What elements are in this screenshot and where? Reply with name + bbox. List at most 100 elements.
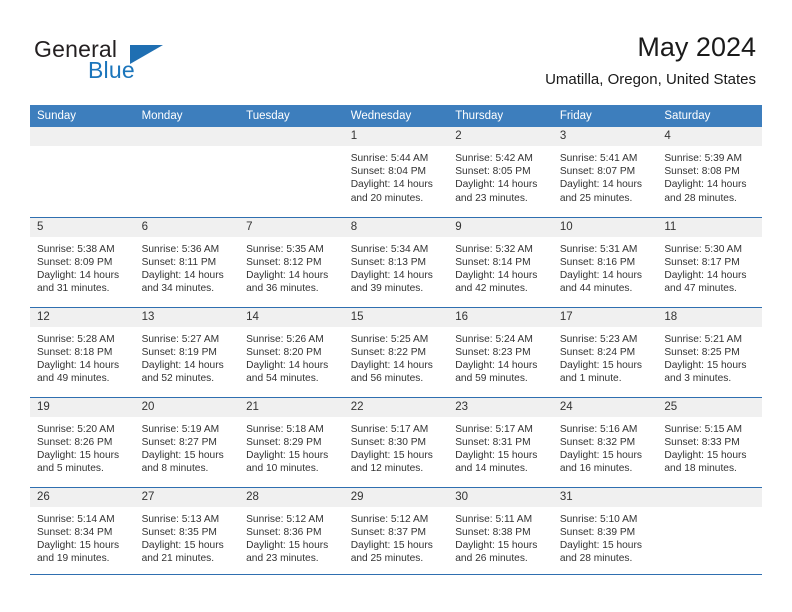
daylight-text-line2: and 18 minutes. (664, 463, 737, 475)
day-cell[interactable]: 10 Sunrise: 5:31 AM Sunset: 8:16 PM Dayl… (552, 216, 658, 307)
day-cell[interactable]: 14 Sunrise: 5:26 AM Sunset: 8:20 PM Dayl… (239, 306, 344, 397)
day-cell[interactable]: 20 Sunrise: 5:19 AM Sunset: 8:27 PM Dayl… (134, 396, 240, 487)
day-details: Sunrise: 5:25 AM Sunset: 8:22 PM Dayligh… (344, 327, 449, 386)
sunset-text: Sunset: 8:13 PM (350, 256, 427, 268)
daylight-text-line1: Daylight: 15 hours (246, 449, 329, 461)
daylight-text-line2: and 28 minutes. (664, 192, 737, 204)
day-cell[interactable]: 4 Sunrise: 5:39 AM Sunset: 8:08 PM Dayli… (657, 127, 762, 217)
day-cell[interactable]: 19 Sunrise: 5:20 AM Sunset: 8:26 PM Dayl… (30, 396, 135, 487)
page-header: General Blue May 2024 Umatilla, Oregon, … (0, 0, 792, 100)
sunrise-text: Sunrise: 5:36 AM (141, 243, 220, 255)
daylight-text-line2: and 42 minutes. (455, 283, 528, 295)
day-number: 20 (134, 397, 240, 417)
daylight-text-line1: Daylight: 14 hours (141, 359, 224, 371)
day-cell[interactable]: 25 Sunrise: 5:15 AM Sunset: 8:33 PM Dayl… (657, 396, 762, 487)
day-number: 7 (239, 217, 344, 237)
triangle-icon (130, 45, 163, 64)
sunset-text: Sunset: 8:38 PM (455, 526, 531, 538)
daylight-text-line1: Daylight: 15 hours (664, 359, 747, 371)
sunrise-text: Sunrise: 5:20 AM (37, 423, 115, 435)
day-number: 24 (552, 397, 658, 417)
sunset-text: Sunset: 8:07 PM (559, 166, 636, 178)
day-cell[interactable]: 9 Sunrise: 5:32 AM Sunset: 8:14 PM Dayli… (448, 216, 553, 307)
calendar-week-row: 5 Sunrise: 5:38 AM Sunset: 8:09 PM Dayli… (30, 216, 762, 307)
day-number: 28 (239, 487, 344, 507)
day-number: 3 (552, 127, 658, 146)
day-cell[interactable]: 28 Sunrise: 5:12 AM Sunset: 8:36 PM Dayl… (239, 486, 344, 577)
sunrise-text: Sunrise: 5:10 AM (559, 513, 638, 525)
day-cell[interactable] (134, 127, 240, 217)
sunrise-text: Sunrise: 5:13 AM (141, 513, 220, 525)
daylight-text-line1: Daylight: 15 hours (559, 359, 642, 371)
sunrise-text: Sunrise: 5:44 AM (350, 153, 429, 164)
brand-logo[interactable]: General Blue (34, 36, 264, 92)
day-cell[interactable]: 1 Sunrise: 5:44 AM Sunset: 8:04 PM Dayli… (343, 127, 449, 217)
day-cell[interactable]: 5 Sunrise: 5:38 AM Sunset: 8:09 PM Dayli… (30, 216, 135, 307)
sunset-text: Sunset: 8:09 PM (37, 256, 113, 268)
daylight-text-line2: and 39 minutes. (350, 283, 424, 295)
day-details: Sunrise: 5:18 AM Sunset: 8:29 PM Dayligh… (239, 417, 344, 476)
day-details: Sunrise: 5:10 AM Sunset: 8:39 PM Dayligh… (553, 507, 658, 566)
daylight-text-line2: and 23 minutes. (455, 192, 528, 204)
daylight-text-line2: and 59 minutes. (455, 373, 528, 385)
daylight-text-line1: Daylight: 14 hours (664, 179, 747, 191)
day-details: Sunrise: 5:38 AM Sunset: 8:09 PM Dayligh… (30, 237, 135, 296)
day-cell[interactable]: 21 Sunrise: 5:18 AM Sunset: 8:29 PM Dayl… (239, 396, 344, 487)
day-details: Sunrise: 5:23 AM Sunset: 8:24 PM Dayligh… (553, 327, 658, 386)
day-cell[interactable]: 22 Sunrise: 5:17 AM Sunset: 8:30 PM Dayl… (343, 396, 449, 487)
day-cell[interactable]: 18 Sunrise: 5:21 AM Sunset: 8:25 PM Dayl… (657, 306, 762, 397)
day-details: Sunrise: 5:34 AM Sunset: 8:13 PM Dayligh… (344, 237, 449, 296)
day-number: 29 (343, 487, 449, 507)
daylight-text-line2: and 34 minutes. (141, 283, 215, 295)
day-details: Sunrise: 5:42 AM Sunset: 8:05 PM Dayligh… (448, 146, 553, 205)
sunset-text: Sunset: 8:22 PM (350, 346, 427, 358)
day-cell[interactable]: 26 Sunrise: 5:14 AM Sunset: 8:34 PM Dayl… (30, 486, 135, 577)
day-cell[interactable] (239, 127, 344, 217)
daylight-text-line1: Daylight: 14 hours (141, 269, 224, 281)
daylight-text-line1: Daylight: 15 hours (37, 539, 120, 551)
sunset-text: Sunset: 8:36 PM (246, 526, 322, 538)
day-number (657, 487, 762, 507)
daylight-text-line2: and 54 minutes. (246, 373, 319, 385)
daylight-text-line1: Daylight: 15 hours (455, 539, 538, 551)
daylight-text-line1: Daylight: 14 hours (559, 179, 642, 191)
day-cell[interactable]: 11 Sunrise: 5:30 AM Sunset: 8:17 PM Dayl… (657, 216, 762, 307)
day-details: Sunrise: 5:36 AM Sunset: 8:11 PM Dayligh… (135, 237, 240, 296)
day-cell[interactable]: 29 Sunrise: 5:12 AM Sunset: 8:37 PM Dayl… (343, 486, 449, 577)
sunrise-text: Sunrise: 5:38 AM (37, 243, 115, 255)
day-cell[interactable]: 15 Sunrise: 5:25 AM Sunset: 8:22 PM Dayl… (343, 306, 449, 397)
day-details: Sunrise: 5:12 AM Sunset: 8:36 PM Dayligh… (239, 507, 344, 566)
day-cell[interactable]: 7 Sunrise: 5:35 AM Sunset: 8:12 PM Dayli… (239, 216, 344, 307)
day-cell[interactable]: 23 Sunrise: 5:17 AM Sunset: 8:31 PM Dayl… (448, 396, 553, 487)
sunrise-text: Sunrise: 5:14 AM (37, 513, 115, 525)
day-cell[interactable]: 6 Sunrise: 5:36 AM Sunset: 8:11 PM Dayli… (134, 216, 240, 307)
weekday-header-sunday: Sunday (30, 105, 135, 127)
daylight-text-line2: and 36 minutes. (246, 283, 319, 295)
day-details: Sunrise: 5:16 AM Sunset: 8:32 PM Dayligh… (553, 417, 658, 476)
day-details: Sunrise: 5:24 AM Sunset: 8:23 PM Dayligh… (448, 327, 553, 386)
daylight-text-line1: Daylight: 15 hours (141, 539, 224, 551)
daylight-text-line1: Daylight: 14 hours (37, 359, 120, 371)
day-cell[interactable]: 8 Sunrise: 5:34 AM Sunset: 8:13 PM Dayli… (343, 216, 449, 307)
day-number: 9 (448, 217, 553, 237)
sunrise-text: Sunrise: 5:30 AM (664, 243, 742, 255)
day-cell[interactable]: 13 Sunrise: 5:27 AM Sunset: 8:19 PM Dayl… (134, 306, 240, 397)
day-cell[interactable]: 2 Sunrise: 5:42 AM Sunset: 8:05 PM Dayli… (448, 127, 553, 217)
day-cell[interactable]: 12 Sunrise: 5:28 AM Sunset: 8:18 PM Dayl… (30, 306, 135, 397)
day-details: Sunrise: 5:35 AM Sunset: 8:12 PM Dayligh… (239, 237, 344, 296)
day-cell[interactable]: 17 Sunrise: 5:23 AM Sunset: 8:24 PM Dayl… (552, 306, 658, 397)
day-details: Sunrise: 5:13 AM Sunset: 8:35 PM Dayligh… (135, 507, 240, 566)
day-cell[interactable]: 31 Sunrise: 5:10 AM Sunset: 8:39 PM Dayl… (552, 486, 658, 577)
day-cell[interactable]: 24 Sunrise: 5:16 AM Sunset: 8:32 PM Dayl… (552, 396, 658, 487)
daylight-text-line1: Daylight: 15 hours (559, 539, 642, 551)
day-cell[interactable] (657, 486, 762, 577)
weekday-header-wednesday: Wednesday (343, 105, 449, 127)
day-cell[interactable]: 16 Sunrise: 5:24 AM Sunset: 8:23 PM Dayl… (448, 306, 553, 397)
day-number: 15 (343, 307, 449, 327)
daylight-text-line2: and 44 minutes. (559, 283, 633, 295)
day-cell[interactable]: 30 Sunrise: 5:11 AM Sunset: 8:38 PM Dayl… (448, 486, 553, 577)
sunset-text: Sunset: 8:34 PM (37, 526, 113, 538)
day-cell[interactable]: 27 Sunrise: 5:13 AM Sunset: 8:35 PM Dayl… (134, 486, 240, 577)
day-cell[interactable]: 3 Sunrise: 5:41 AM Sunset: 8:07 PM Dayli… (552, 127, 658, 217)
day-cell[interactable] (30, 127, 135, 217)
